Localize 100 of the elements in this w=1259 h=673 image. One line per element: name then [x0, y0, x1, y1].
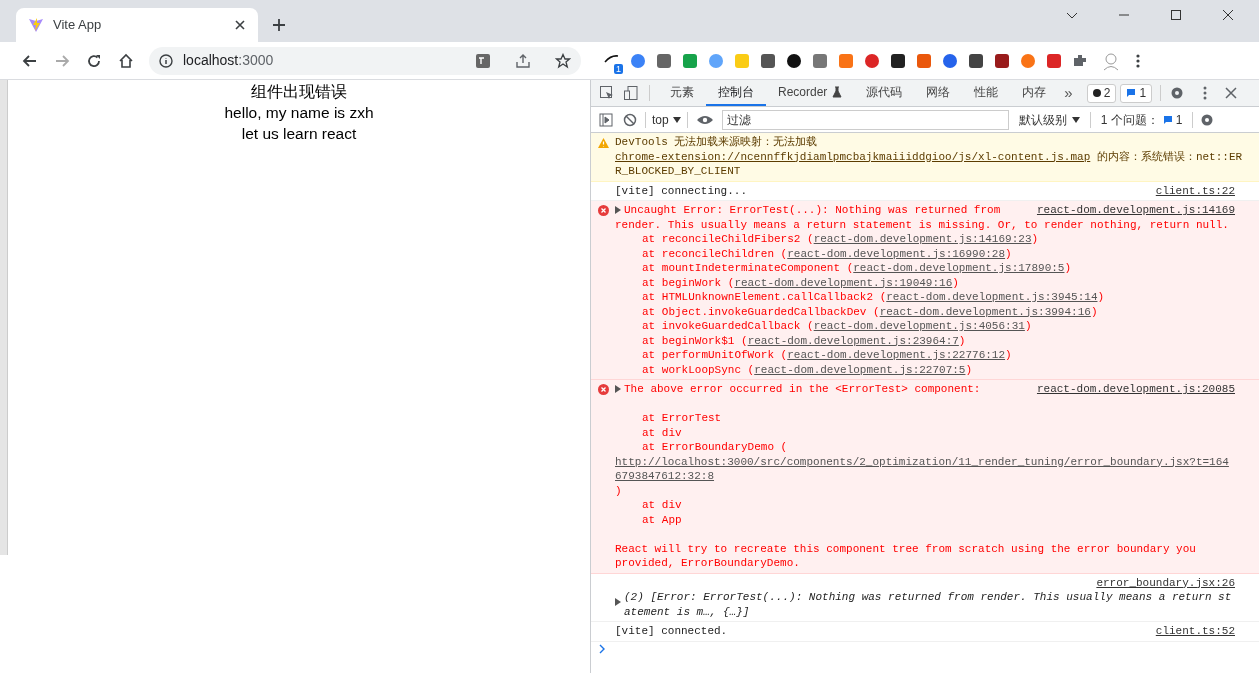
devtools-tab[interactable]: 元素: [658, 80, 706, 106]
stack-link[interactable]: react-dom.development.js:22776:12: [787, 349, 1006, 361]
device-toolbar-icon[interactable]: [623, 85, 639, 101]
devtools-tab[interactable]: 控制台: [706, 80, 766, 106]
stack-frame: at invokeGuardedCallback (react-dom.development.js:4056:31): [615, 319, 1235, 334]
star-icon[interactable]: [555, 52, 571, 69]
error-message: render. This usually means a return statement is missing. Or, to render nothing, return null.: [615, 217, 1230, 232]
stack-frame: at mountIndeterminateComponent (react-dom.development.js:17890:5): [615, 261, 1235, 276]
message-icon[interactable]: [1126, 88, 1137, 98]
expand-triangle-icon[interactable]: [615, 385, 621, 393]
stack-frame: at ErrorBoundaryDemo ( http://localhost:3000/src/components/2_optimization/11_render_tuning/error_boundary.jsx?t=1646793847612:32:8 ): [615, 440, 1235, 498]
page-text: hello, my name is zxh: [224, 103, 374, 123]
source-link[interactable]: error_boundary.jsx:26: [1096, 575, 1235, 590]
stack-frame: at beginWork$1 (react-dom.development.js:23964:7): [615, 333, 1235, 348]
source-link[interactable]: react-dom.development.js:20085: [1036, 382, 1235, 397]
stack-link[interactable]: react-dom.development.js:16990:28: [787, 247, 1006, 260]
error-message: React will try to recreate this component tree from scratch using the error boundary you provided, ErrorBoundaryDemo.: [615, 541, 1197, 571]
log-message: [vite] connected.: [615, 624, 728, 639]
devtools-tab[interactable]: Recorder: [766, 80, 855, 106]
stack-frame: at HTMLUnknownElement.callCallback2 (react-dom.development.js:3945:14): [615, 290, 1235, 305]
stack-frame: at div: [615, 425, 1235, 440]
error-icon[interactable]: [598, 384, 609, 395]
page-heading: 组件出现错误: [251, 82, 347, 102]
context-dropdown[interactable]: top: [646, 110, 687, 129]
reload-icon[interactable]: [86, 52, 102, 69]
extension-icon[interactable]: [967, 51, 985, 70]
new-tab-icon[interactable]: [271, 17, 287, 33]
stack-link[interactable]: react-dom.development.js:3994:16: [879, 305, 1091, 318]
stack-frame: at reconcileChildFibers2 (react-dom.development.js:14169:23): [615, 232, 1235, 247]
url-text: localhost:3000: [183, 51, 275, 70]
error-count-button[interactable]: 2: [1086, 83, 1117, 103]
stack-link[interactable]: react-dom.development.js:4056:31: [813, 320, 1025, 332]
message-icon[interactable]: [1162, 114, 1173, 125]
stack-frame: at Object.invokeGuardedCallbackDev (react-dom.development.js:3994:16): [615, 304, 1235, 319]
stack-link[interactable]: react-dom.development.js:19049:16: [734, 276, 953, 289]
inspect-icon[interactable]: [599, 85, 615, 101]
devtools-tab[interactable]: 网络: [914, 80, 963, 106]
source-link[interactable]: client.ts:22: [1155, 183, 1235, 198]
expand-triangle-icon[interactable]: [615, 598, 621, 606]
prompt-chevron-icon[interactable]: [599, 643, 606, 654]
stack-link[interactable]: react-dom.development.js:14169:23: [813, 233, 1032, 245]
page-text: let us learn react: [241, 124, 357, 144]
back-arrow-icon[interactable]: [22, 52, 38, 69]
stack-frame: at beginWork (react-dom.development.js:19049:16): [615, 275, 1235, 290]
home-icon[interactable]: [118, 52, 134, 69]
maximize-icon[interactable]: [1170, 9, 1182, 21]
devtools-tab[interactable]: 性能: [962, 80, 1011, 106]
stack-frame: at ErrorTest: [615, 411, 1235, 426]
object-preview: (2) [Error: ErrorTest(...): Nothing was returned from render. This usually means a return statement is m…, {…}]: [624, 590, 1233, 619]
tab-title: Vite App: [53, 16, 103, 35]
source-link[interactable]: react-dom.development.js:14169: [1036, 203, 1235, 218]
stack-frame: at performUnitOfWork (react-dom.development.js:22776:12): [615, 348, 1235, 363]
caret-icon[interactable]: [1071, 116, 1080, 123]
error-icon[interactable]: [598, 205, 609, 216]
more-icon[interactable]: [1135, 52, 1141, 69]
extension-icon[interactable]: [889, 51, 907, 70]
stack-frame: at div: [615, 498, 1235, 513]
message-count-button[interactable]: 1: [1120, 83, 1153, 103]
sidebar-toggle-icon[interactable]: [599, 112, 613, 127]
stack-frame: at App: [615, 512, 1235, 527]
caret-icon[interactable]: [672, 116, 681, 123]
issues-button[interactable]: 1 个问题： 1: [1096, 110, 1187, 129]
eye-icon[interactable]: [695, 113, 714, 126]
address-bar[interactable]: localhost:3000: [149, 46, 581, 75]
translate-icon[interactable]: [475, 52, 491, 69]
close-icon[interactable]: [1225, 87, 1238, 99]
more-tabs-button[interactable]: »: [1058, 81, 1079, 105]
level-dropdown[interactable]: 默认级别: [1016, 110, 1082, 129]
error-message: The above error occurred in the <ErrorTest> component:: [624, 382, 981, 397]
devtools-tab[interactable]: 源代码: [854, 80, 915, 106]
close-icon[interactable]: [234, 19, 246, 31]
error-dot-icon[interactable]: [1092, 89, 1101, 97]
flask-icon[interactable]: [832, 86, 843, 98]
extension-icon[interactable]: [759, 51, 777, 70]
more-icon[interactable]: [1203, 86, 1208, 100]
stack-link[interactable]: react-dom.development.js:17890:5: [853, 262, 1065, 274]
stack-frame: at workLoopSync (react-dom.development.js:22707:5): [615, 362, 1235, 377]
warning-message: DevTools 无法加载来源映射：无法加载 chrome-extension://ncennffkjdiamlpmcbajkmaiiiddgioo/js/xl-content.js.map 的内容：系统错误：net::ERR_BLOCKED_BY_CLIENT: [615, 135, 1243, 179]
stack-link[interactable]: react-dom.development.js:22707:5: [754, 363, 966, 376]
error-message: Uncaught Error: ErrorTest(...): Nothing was returned from: [624, 203, 1001, 218]
share-icon[interactable]: [515, 52, 531, 69]
filter-field[interactable]: 过滤: [721, 109, 1009, 130]
extension-icon[interactable]: [785, 51, 803, 70]
issues-count: 1: [1162, 110, 1183, 129]
vite-logo-icon[interactable]: [28, 17, 44, 33]
extension-icon[interactable]: [993, 51, 1011, 70]
stack-link[interactable]: react-dom.development.js:23964:7: [747, 334, 959, 347]
expand-triangle-icon[interactable]: [615, 206, 621, 214]
log-message: [vite] connecting...: [615, 183, 748, 198]
source-map-link[interactable]: chrome-extension://ncennffkjdiamlpmcbajkmaiiiddgioo/js/xl-content.js.map: [615, 150, 1091, 163]
clear-console-icon[interactable]: [623, 112, 637, 127]
stack-link[interactable]: react-dom.development.js:3945:14: [886, 291, 1098, 303]
stack-link[interactable]: http://localhost:3000/src/components/2_optimization/11_render_tuning/error_boundary.jsx?t=1646793847612:32:8: [615, 454, 1235, 484]
info-icon[interactable]: [159, 53, 173, 68]
extension-badge: 1: [614, 63, 623, 74]
devtools-tab[interactable]: 内存: [1010, 80, 1059, 106]
stack-frame: at reconcileChildren (react-dom.development.js:16990:28): [615, 246, 1235, 261]
close-icon[interactable]: [1222, 9, 1234, 21]
browser-tab[interactable]: Vite App: [16, 8, 258, 42]
source-link[interactable]: client.ts:52: [1155, 624, 1235, 639]
